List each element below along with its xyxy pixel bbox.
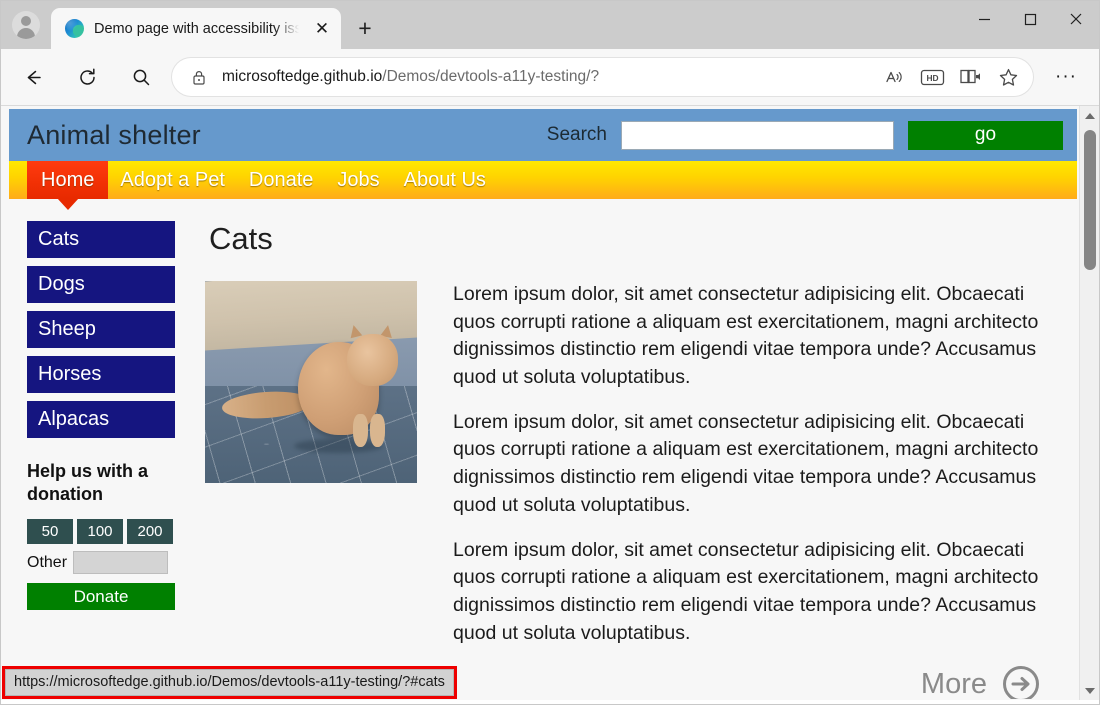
paragraph: Lorem ipsum dolor, sit amet consectetur …	[453, 409, 1043, 520]
browser-window: Demo page with accessibility issu ✕ +	[0, 0, 1100, 705]
profile-button[interactable]	[1, 1, 51, 49]
search-label: Search	[547, 124, 607, 146]
avatar-icon	[12, 11, 40, 39]
content-area: Cats Dogs Sheep Horses Alpacas Help us w…	[9, 199, 1077, 699]
window-close-button[interactable]	[1053, 1, 1099, 37]
nav-item-adopt-a-pet[interactable]: Adopt a Pet	[108, 161, 237, 199]
article-body: Lorem ipsum dolor, sit amet consectetur …	[205, 281, 1043, 699]
sidebar-item-sheep[interactable]: Sheep	[27, 311, 175, 348]
scrollbar-thumb[interactable]	[1084, 130, 1096, 270]
site-nav: Home Adopt a Pet Donate Jobs About Us	[9, 161, 1077, 199]
page-title: Cats	[209, 221, 1043, 257]
close-icon[interactable]: ✕	[309, 16, 335, 42]
nav-item-jobs[interactable]: Jobs	[325, 161, 391, 199]
browser-menu-button[interactable]: ···	[1047, 58, 1085, 96]
page-scrollbar[interactable]	[1079, 106, 1099, 700]
cat-leg-back	[370, 414, 385, 446]
scrollbar-track[interactable]	[1080, 126, 1100, 681]
browser-title-bar: Demo page with accessibility issu ✕ +	[1, 1, 1099, 49]
minimize-button[interactable]	[961, 1, 1007, 37]
status-bar-url: https://microsoftedge.github.io/Demos/de…	[5, 669, 454, 696]
cat-photo	[205, 281, 417, 483]
sidebar-item-horses[interactable]: Horses	[27, 356, 175, 393]
browser-tab[interactable]: Demo page with accessibility issu ✕	[51, 8, 341, 49]
immersive-reader-icon[interactable]	[951, 61, 989, 93]
page-viewport: Animal shelter Search go Home Adopt a Pe…	[1, 105, 1099, 700]
donation-amount-50[interactable]: 50	[27, 519, 73, 544]
cat-head	[347, 334, 398, 387]
arrow-right-circle-icon	[1001, 664, 1041, 699]
scroll-down-button[interactable]	[1080, 681, 1100, 700]
paragraph-list: Lorem ipsum dolor, sit amet consectetur …	[453, 281, 1043, 699]
site-header: Animal shelter Search go	[9, 109, 1077, 161]
search-icon[interactable]	[123, 59, 160, 96]
lock-icon[interactable]	[188, 69, 210, 86]
sidebar-item-cats[interactable]: Cats	[27, 221, 175, 258]
donation-other-label: Other	[27, 554, 67, 572]
nav-item-donate[interactable]: Donate	[237, 161, 326, 199]
address-bar-text[interactable]: microsoftedge.github.io/Demos/devtools-a…	[210, 68, 875, 86]
address-bar[interactable]: microsoftedge.github.io/Demos/devtools-a…	[172, 58, 1033, 96]
more-label: More	[921, 668, 987, 699]
cat-leg-front	[353, 414, 368, 446]
search-input[interactable]	[621, 121, 894, 150]
donate-button[interactable]: Donate	[27, 583, 175, 610]
maximize-button[interactable]	[1007, 1, 1053, 37]
nav-item-home[interactable]: Home	[27, 161, 108, 199]
donation-other-row: Other	[27, 551, 177, 574]
back-arrow-icon[interactable]	[15, 59, 52, 96]
site-title: Animal shelter	[27, 120, 201, 151]
sidebar-item-dogs[interactable]: Dogs	[27, 266, 175, 303]
donation-heading: Help us with a donation	[27, 460, 177, 505]
cat-shadow	[294, 439, 383, 453]
donation-amount-200[interactable]: 200	[127, 519, 173, 544]
browser-toolbar: microsoftedge.github.io/Demos/devtools-a…	[1, 49, 1099, 105]
edge-logo-icon	[65, 19, 84, 38]
nav-item-about-us[interactable]: About Us	[392, 161, 498, 199]
window-controls	[961, 1, 1099, 37]
donation-amount-100[interactable]: 100	[77, 519, 123, 544]
more-link[interactable]: More	[453, 664, 1043, 699]
donation-other-input[interactable]	[73, 551, 168, 574]
main-content: Cats	[205, 221, 1077, 699]
refresh-icon[interactable]	[69, 59, 106, 96]
scroll-up-button[interactable]	[1080, 106, 1100, 126]
go-button[interactable]: go	[908, 121, 1063, 150]
read-aloud-icon[interactable]	[875, 61, 913, 93]
star-icon[interactable]	[989, 61, 1027, 93]
donation-block: Help us with a donation 50 100 200 Other…	[27, 460, 177, 610]
sidebar-item-alpacas[interactable]: Alpacas	[27, 401, 175, 438]
paragraph: Lorem ipsum dolor, sit amet consectetur …	[453, 281, 1043, 392]
svg-text:HD: HD	[926, 73, 938, 83]
paragraph: Lorem ipsum dolor, sit amet consectetur …	[453, 537, 1043, 648]
site-search: Search go	[547, 121, 1063, 150]
web-page: Animal shelter Search go Home Adopt a Pe…	[9, 109, 1077, 699]
hd-badge-icon[interactable]: HD	[913, 61, 951, 93]
new-tab-button[interactable]: +	[347, 10, 383, 46]
donation-amount-row: 50 100 200	[27, 519, 177, 544]
sidebar: Cats Dogs Sheep Horses Alpacas Help us w…	[9, 221, 205, 699]
tab-title: Demo page with accessibility issu	[94, 21, 299, 37]
